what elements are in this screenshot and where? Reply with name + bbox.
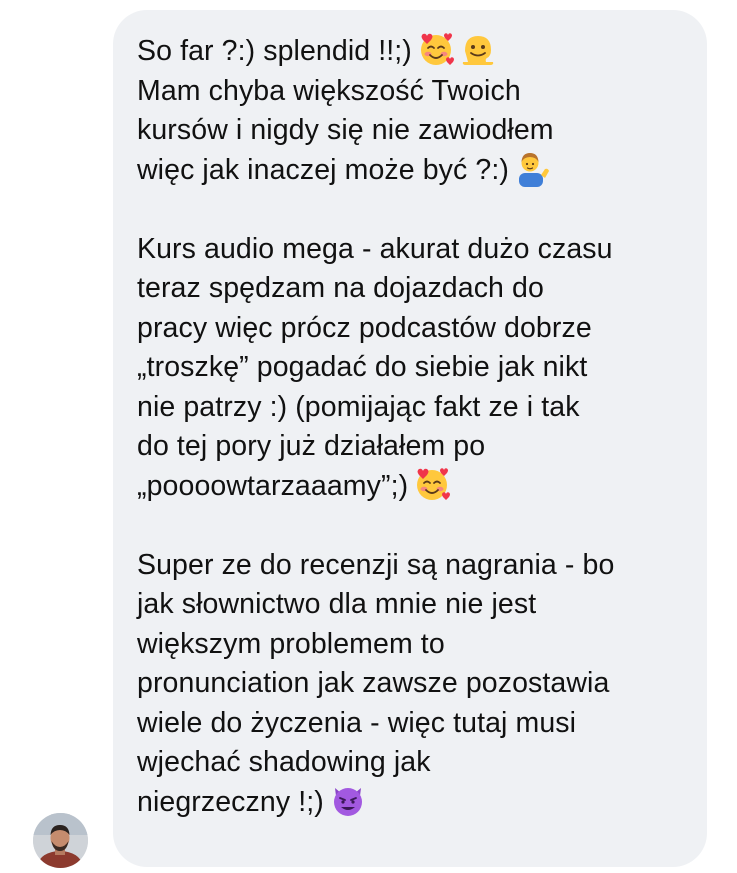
message-line-text: Mam chyba większość Twoich — [137, 74, 521, 107]
smiling-face-with-horns-icon — [330, 782, 366, 818]
message-line: wiele do życzenia - więc tutaj musi — [137, 704, 687, 744]
message-line-text: „poooowtarzaaamy”;) — [137, 469, 409, 502]
message-line: „poooowtarzaaamy”;) — [137, 467, 687, 507]
message-line-text: pronunciation jak zawsze pozostawia — [137, 667, 610, 699]
message-line: więc jak inaczej może być ?:) — [137, 151, 687, 191]
message-line: do tej pory już działałem po — [137, 427, 687, 467]
message-line-text: So far ?:) splendid !!;) — [137, 35, 412, 67]
smiling-face-with-hearts-icon — [414, 466, 451, 502]
message-line-text: wiele do życzenia - więc tutaj musi — [137, 706, 577, 739]
message-line-text: nie patrzy :) (pomijając fakt ze i tak — [137, 390, 580, 423]
message-bubble[interactable]: So far ?:) splendid !!;) Mam chyba większ… — [113, 10, 707, 867]
melting-face-icon — [460, 31, 496, 67]
message-line-text: wjechać shadowing jak — [137, 746, 431, 778]
message-line: Kurs audio mega - akurat dużo czasu — [137, 230, 687, 270]
sender-avatar[interactable] — [33, 813, 88, 868]
message-line-text: więc jak inaczej może być ?:) — [137, 153, 509, 186]
message-line: jak słownictwo dla mnie nie jest — [137, 585, 687, 625]
man-tipping-hand-icon — [515, 149, 551, 187]
message-line-text: „troszkę” pogadać do siebie jak nikt — [137, 351, 588, 383]
message-line-text: Kurs audio mega - akurat dużo czasu — [137, 232, 613, 265]
message-line: Mam chyba większość Twoich — [137, 72, 687, 112]
message-text: So far ?:) splendid !!;) Mam chyba większ… — [137, 32, 687, 822]
message-line: pracy więc prócz podcastów dobrze — [137, 309, 687, 349]
message-line-text: do tej pory już działałem po — [137, 430, 486, 462]
message-line: So far ?:) splendid !!;) — [137, 32, 687, 72]
message-line: pronunciation jak zawsze pozostawia — [137, 664, 687, 704]
avatar-photo-icon — [33, 813, 88, 868]
message-line: większym problemem to — [137, 625, 687, 665]
message-line: Super ze do recenzji są nagrania - bo — [137, 546, 687, 586]
message-line-text: pracy więc prócz podcastów dobrze — [137, 311, 592, 344]
message-line-text: niegrzeczny !;) — [137, 785, 324, 818]
message-line: niegrzeczny !;) — [137, 783, 687, 823]
message-line: kursów i nigdy się nie zawiodłem — [137, 111, 687, 151]
message-line-text: jak słownictwo dla mnie nie jest — [137, 588, 537, 620]
message-line: „troszkę” pogadać do siebie jak nikt — [137, 348, 687, 388]
message-line-text: kursów i nigdy się nie zawiodłem — [137, 114, 554, 146]
message-line: teraz spędzam na dojazdach do — [137, 269, 687, 309]
message-line-text: większym problemem to — [137, 627, 445, 660]
message-line-text: Super ze do recenzji są nagrania - bo — [137, 548, 615, 581]
message-line-text: teraz spędzam na dojazdach do — [137, 272, 544, 304]
smiling-face-with-hearts-icon — [418, 31, 454, 67]
message-line: nie patrzy :) (pomijając fakt ze i tak — [137, 388, 687, 428]
message-line: wjechać shadowing jak — [137, 743, 687, 783]
